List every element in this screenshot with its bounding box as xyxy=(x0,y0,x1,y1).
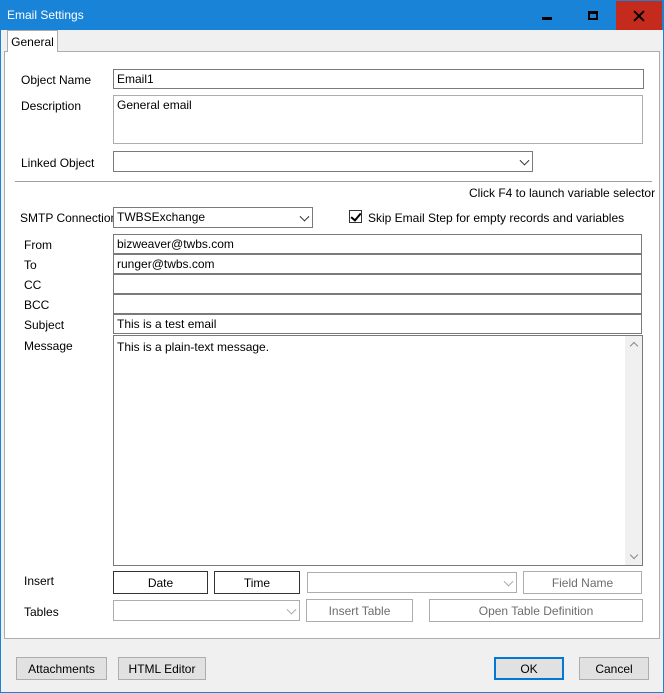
description-value: General email xyxy=(117,98,192,112)
chevron-down-icon xyxy=(519,155,530,166)
from-field[interactable]: bizweaver@twbs.com xyxy=(113,234,642,254)
linked-object-label: Linked Object xyxy=(21,156,95,170)
tables-label: Tables xyxy=(24,605,59,619)
chevron-down-icon xyxy=(299,211,310,222)
open-table-definition-label: Open Table Definition xyxy=(478,603,594,618)
object-name-input[interactable]: Email1 xyxy=(113,69,644,89)
cancel-button[interactable]: Cancel xyxy=(579,657,649,680)
chevron-down-icon xyxy=(629,550,638,560)
linked-object-select[interactable] xyxy=(113,151,533,172)
insert-date-button[interactable]: Date xyxy=(113,571,208,594)
message-scrollbar[interactable] xyxy=(625,336,642,565)
smtp-connection-value: TWBSExchange xyxy=(117,210,206,224)
object-name-value: Email1 xyxy=(117,72,154,86)
ok-label: OK xyxy=(520,661,538,676)
section-divider xyxy=(15,181,652,182)
bcc-label: BCC xyxy=(24,298,50,312)
close-button[interactable] xyxy=(616,1,662,30)
attachments-button[interactable]: Attachments xyxy=(16,657,107,680)
email-settings-window: Email Settings General Object Name Email… xyxy=(0,0,664,693)
from-label: From xyxy=(24,238,52,252)
field-name-button[interactable]: Field Name xyxy=(523,571,642,594)
chevron-down-icon xyxy=(503,576,514,587)
close-icon xyxy=(633,10,645,22)
cancel-label: Cancel xyxy=(595,661,633,676)
minimize-button[interactable] xyxy=(524,1,570,30)
message-label: Message xyxy=(24,339,73,353)
maximize-icon xyxy=(588,11,598,20)
insert-field-select[interactable] xyxy=(307,572,517,593)
message-value: This is a plain-text message. xyxy=(117,340,270,354)
skip-email-checkbox[interactable] xyxy=(349,210,362,223)
chevron-down-icon xyxy=(286,604,297,615)
tables-select[interactable] xyxy=(113,600,300,621)
subject-field[interactable]: This is a test email xyxy=(113,314,642,334)
insert-label: Insert xyxy=(24,574,55,588)
tab-general[interactable]: General xyxy=(7,30,58,52)
smtp-connection-label: SMTP Connection xyxy=(20,211,118,225)
description-textarea[interactable]: General email xyxy=(113,95,643,144)
ok-button[interactable]: OK xyxy=(494,657,564,680)
insert-date-label: Date xyxy=(147,575,174,590)
insert-table-label: Insert Table xyxy=(328,603,391,618)
bcc-field[interactable] xyxy=(113,294,642,314)
tab-general-label: General xyxy=(11,34,54,49)
from-value: bizweaver@twbs.com xyxy=(117,237,234,251)
cc-field[interactable] xyxy=(113,274,642,294)
maximize-button[interactable] xyxy=(570,1,616,30)
skip-email-label[interactable]: Skip Email Step for empty records and va… xyxy=(368,211,624,225)
minimize-icon xyxy=(542,17,552,20)
scroll-up-button[interactable] xyxy=(625,336,642,353)
title-bar[interactable]: Email Settings xyxy=(1,1,663,30)
message-textarea[interactable]: This is a plain-text message. xyxy=(113,335,643,566)
subject-label: Subject xyxy=(24,318,65,332)
html-editor-button[interactable]: HTML Editor xyxy=(118,657,206,680)
subject-value: This is a test email xyxy=(117,317,217,331)
html-editor-label: HTML Editor xyxy=(128,661,196,676)
attachments-label: Attachments xyxy=(28,661,95,676)
window-title: Email Settings xyxy=(7,8,84,22)
insert-time-label: Time xyxy=(243,575,271,590)
cc-label: CC xyxy=(24,278,42,292)
open-table-definition-button[interactable]: Open Table Definition xyxy=(429,599,643,622)
scroll-down-button[interactable] xyxy=(625,548,642,565)
to-field[interactable]: runger@twbs.com xyxy=(113,254,642,274)
object-name-label: Object Name xyxy=(21,73,92,87)
to-label: To xyxy=(24,258,37,272)
insert-time-button[interactable]: Time xyxy=(214,571,300,594)
description-label: Description xyxy=(21,99,82,113)
variable-selector-hint: Click F4 to launch variable selector xyxy=(469,186,656,200)
smtp-connection-select[interactable]: TWBSExchange xyxy=(113,207,313,228)
chevron-up-icon xyxy=(629,341,638,351)
field-name-label: Field Name xyxy=(551,575,614,590)
insert-table-button[interactable]: Insert Table xyxy=(306,599,413,622)
to-value: runger@twbs.com xyxy=(117,257,215,271)
